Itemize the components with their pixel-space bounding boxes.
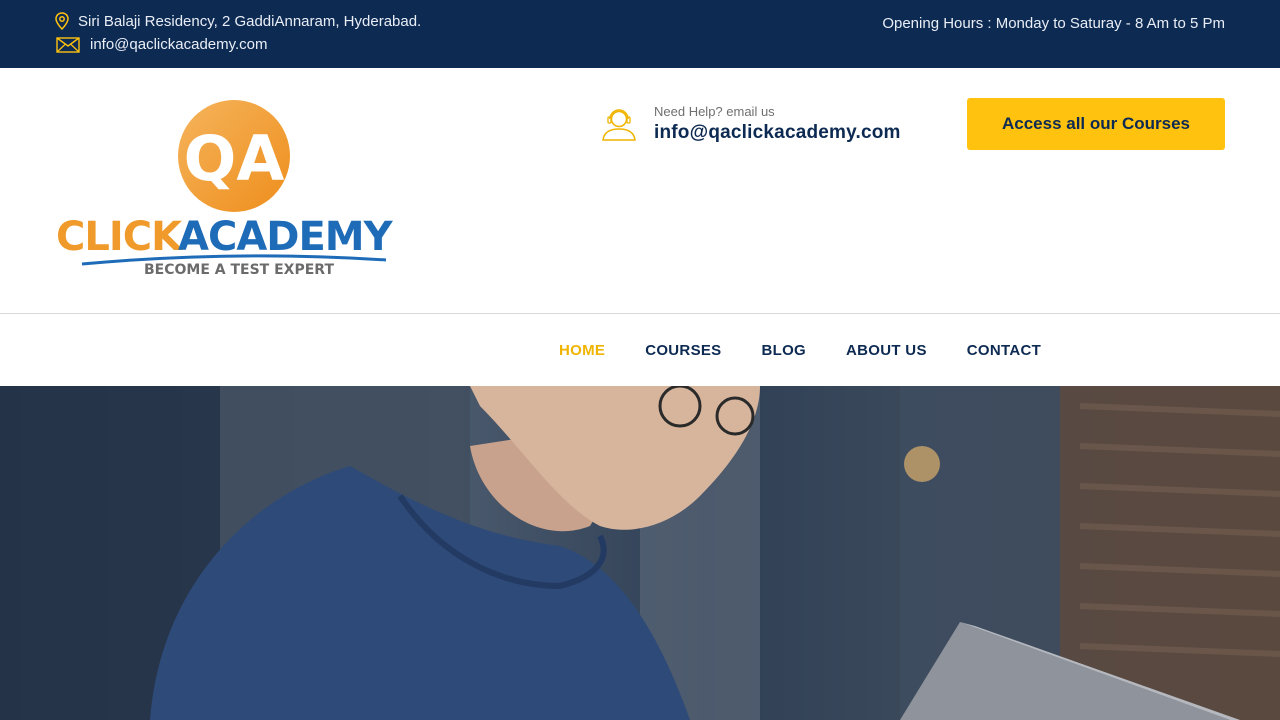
help-label: Need Help? email us <box>654 104 775 119</box>
address-text: Siri Balaji Residency, 2 GaddiAnnaram, H… <box>78 12 422 30</box>
logo-brand-part1: CLICK <box>56 214 184 260</box>
logo-brand-part2: ACADEMY <box>178 214 394 260</box>
hero-banner-image <box>0 386 1280 720</box>
nav-blog[interactable]: BLOG <box>761 342 806 359</box>
location-pin-icon <box>54 12 70 30</box>
logo-badge-text: QA <box>184 122 285 195</box>
nav-contact[interactable]: CONTACT <box>967 342 1041 359</box>
help-contact: Need Help? email us info@qaclickacademy.… <box>600 104 901 147</box>
topbar-email-link[interactable]: info@qaclickacademy.com <box>90 36 268 53</box>
nav-about-us[interactable]: ABOUT US <box>846 342 927 359</box>
opening-hours: Opening Hours : Monday to Saturay - 8 Am… <box>882 15 1225 32</box>
help-email-link[interactable]: info@qaclickacademy.com <box>654 122 901 144</box>
top-info-bar: Siri Balaji Residency, 2 GaddiAnnaram, H… <box>0 0 1280 68</box>
site-header: QA CLICK ACADEMY BECOME A TEST EXPERT Ne… <box>0 68 1280 314</box>
access-courses-button[interactable]: Access all our Courses <box>967 98 1225 150</box>
envelope-icon <box>56 36 80 53</box>
nav-home[interactable]: HOME <box>559 342 605 359</box>
address-row: Siri Balaji Residency, 2 GaddiAnnaram, H… <box>54 12 421 30</box>
logo-tagline: BECOME A TEST EXPERT <box>144 262 334 278</box>
main-navigation: HOME COURSES BLOG ABOUT US CONTACT <box>0 315 1280 386</box>
email-row[interactable]: info@qaclickacademy.com <box>56 36 268 53</box>
support-agent-icon <box>600 104 638 147</box>
nav-courses[interactable]: COURSES <box>645 342 721 359</box>
site-logo[interactable]: QA CLICK ACADEMY BECOME A TEST EXPERT <box>56 100 412 280</box>
